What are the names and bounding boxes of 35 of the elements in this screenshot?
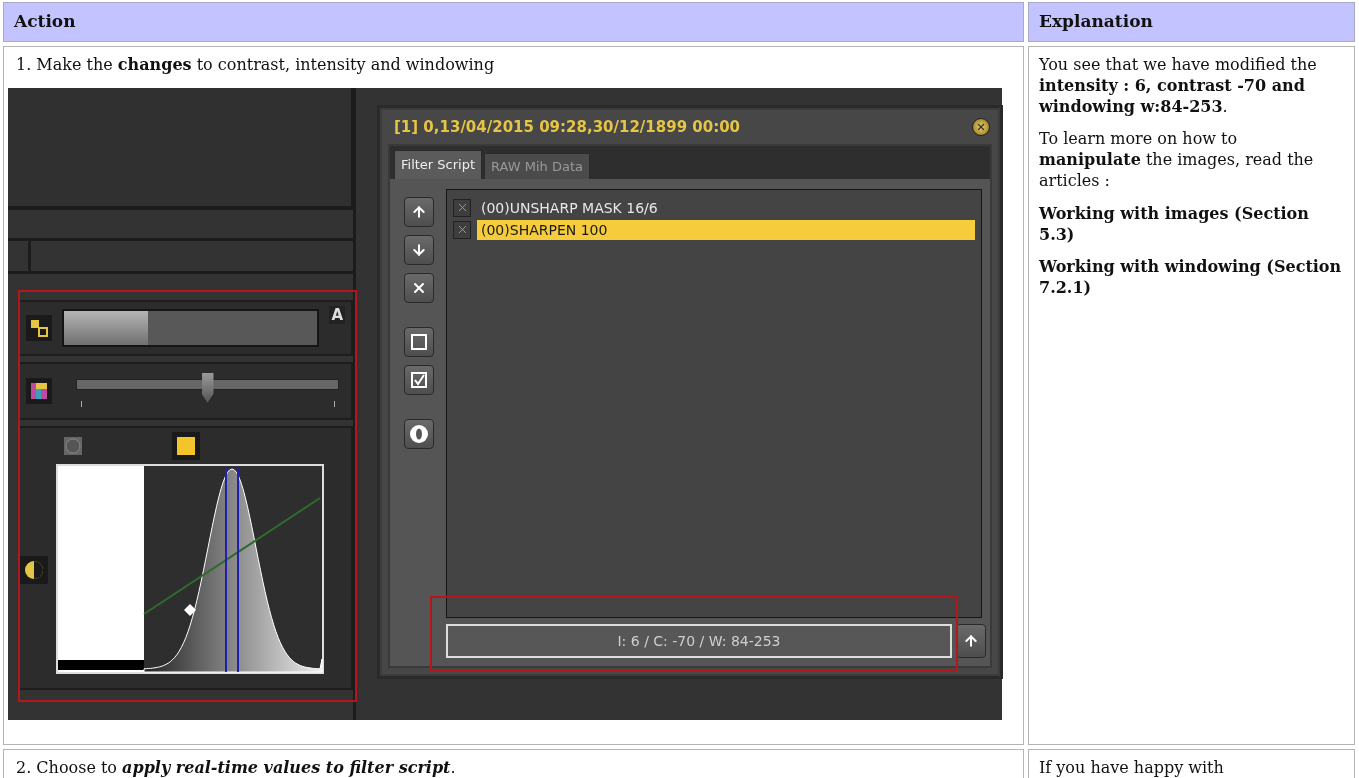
paragraph: To learn more on how to manipulate the images, read the articles : xyxy=(1039,129,1315,192)
step-text: 1. Make the changes to contrast, intensity and windowing xyxy=(15,55,496,76)
close-button[interactable] xyxy=(972,117,990,136)
tab[interactable]: Filter Script xyxy=(394,149,483,179)
ring-icon xyxy=(409,423,429,444)
values-field[interactable]: I: 6 / C: -70 / W: 84-253 xyxy=(446,623,952,658)
reset-button[interactable] xyxy=(404,418,434,449)
paragraph: You see that we have modified the intensity : 6, contrast -70 and windowing w:84-253. xyxy=(1039,55,1318,118)
move-up-button[interactable] xyxy=(404,196,434,227)
dialog-title: [1] 0,13/04/2015 09:28,30/12/1899 00:00 xyxy=(394,117,741,136)
layers-icon[interactable] xyxy=(26,314,52,341)
close-icon xyxy=(976,121,986,132)
filter-item[interactable]: (00)UNSHARP MASK 16/6 xyxy=(477,197,975,218)
circle-icon[interactable] xyxy=(64,436,82,455)
checkbox-icon xyxy=(410,370,428,389)
empty-box-icon xyxy=(410,332,428,351)
auto-label[interactable]: A xyxy=(329,305,345,324)
step-text: 2. Choose to apply real-time values to filter script. xyxy=(15,758,457,778)
contrast-icon[interactable] xyxy=(20,555,48,584)
move-down-button[interactable] xyxy=(404,234,434,265)
column-header: Explanation xyxy=(1028,2,1355,42)
palette-icon[interactable] xyxy=(26,377,52,404)
square-icon[interactable] xyxy=(172,431,200,460)
check-all-button[interactable] xyxy=(404,364,434,395)
remove-button[interactable] xyxy=(404,272,434,303)
checkbox[interactable] xyxy=(453,220,471,239)
paragraph: If you have happy with xyxy=(1039,758,1225,778)
column-header: Action xyxy=(3,2,1024,42)
uncheck-all-button[interactable] xyxy=(404,326,434,357)
apply-button[interactable] xyxy=(956,623,986,658)
slider[interactable] xyxy=(76,372,339,409)
checkbox[interactable] xyxy=(453,198,471,217)
article-link[interactable]: Working with windowing (Section 7.2.1) xyxy=(1039,257,1344,299)
filter-item[interactable]: (00)SHARPEN 100 xyxy=(477,219,975,240)
article-link[interactable]: Working with images (Section 5.3) xyxy=(1039,203,1344,246)
